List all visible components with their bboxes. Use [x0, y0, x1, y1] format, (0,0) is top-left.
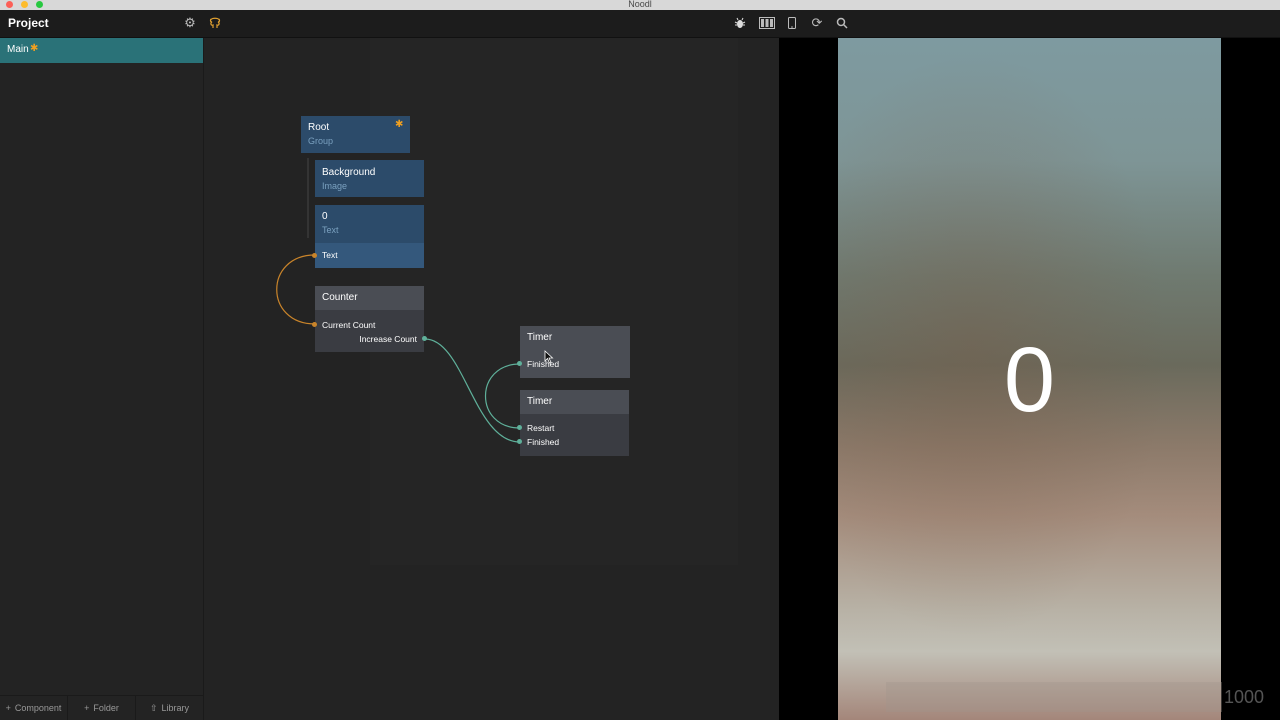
node-title: Root — [308, 122, 330, 133]
device-icon[interactable] — [784, 15, 800, 31]
add-folder-button[interactable]: + Folder — [68, 696, 136, 720]
input-port-dot[interactable] — [312, 253, 317, 258]
plus-icon: + — [5, 703, 11, 713]
node-timer-2[interactable]: Timer Restart Finished — [517, 390, 629, 456]
input-port-dot[interactable] — [422, 336, 427, 341]
sidebar-item-label: Main — [7, 44, 29, 55]
add-component-button[interactable]: + Component — [0, 696, 68, 720]
search-icon[interactable] — [834, 15, 850, 31]
gear-icon[interactable]: ⚙ — [182, 15, 198, 31]
connections-layer — [276, 158, 521, 443]
fps-counter: 1000 — [1224, 687, 1265, 707]
node-type: Text — [322, 225, 339, 235]
port-restart[interactable]: Restart — [527, 423, 554, 433]
node-title: Counter — [322, 292, 358, 303]
node-type: Group — [308, 136, 334, 146]
output-port-dot[interactable] — [312, 322, 317, 327]
brain-icon[interactable] — [207, 15, 223, 31]
node-text[interactable]: 0 Text Text — [312, 205, 424, 268]
library-label: Library — [161, 703, 190, 713]
bug-icon[interactable] — [732, 15, 748, 31]
plus-icon: + — [84, 703, 90, 713]
port-finished[interactable]: Finished — [527, 437, 559, 447]
root-star-icon: ✱ — [395, 119, 404, 130]
upload-icon: ⇧ — [149, 702, 158, 713]
sidebar-item-main[interactable]: Main ✱ — [0, 38, 203, 63]
root-star-icon: ✱ — [30, 43, 39, 54]
preview-bottom-bar — [886, 682, 1222, 712]
node-background[interactable]: Background Image — [315, 160, 424, 197]
port-current-count[interactable]: Current Count — [322, 320, 375, 330]
node-title: 0 — [322, 211, 328, 222]
output-port-dot[interactable] — [517, 439, 522, 444]
output-port-dot[interactable] — [517, 361, 522, 366]
app-preview-viewport[interactable]: 0 — [838, 38, 1222, 720]
node-type: Image — [322, 181, 348, 191]
port-increase-count[interactable]: Increase Count — [359, 334, 417, 344]
refresh-icon[interactable]: ⟳ — [809, 15, 825, 31]
window-title: Noodl — [628, 0, 652, 9]
add-component-label: Component — [14, 703, 62, 713]
node-timer-1[interactable]: Timer Finished — [517, 326, 630, 378]
project-title: Project — [8, 16, 49, 30]
node-counter[interactable]: Counter Current Count Increase Count — [312, 286, 427, 352]
node-title: Timer — [527, 396, 553, 407]
node-root[interactable]: Root Group ✱ — [301, 116, 410, 153]
input-port-dot[interactable] — [517, 425, 522, 430]
node-title: Timer — [527, 332, 553, 343]
sidebar-footer: + Component + Folder ⇧ Library — [0, 695, 203, 720]
components-sidebar: Main ✱ + Component + Folder ⇧ Library — [0, 38, 204, 720]
library-button[interactable]: ⇧ Library — [136, 696, 203, 720]
top-toolbar: Project ⚙ ⟳ — [0, 10, 1280, 38]
counter-text: 0 — [1003, 329, 1056, 431]
node-title: Background — [322, 167, 376, 178]
layout-icon[interactable] — [758, 15, 776, 31]
connection-restart — [485, 363, 521, 429]
connection-increase — [424, 338, 521, 443]
add-folder-label: Folder — [93, 703, 119, 713]
port-text[interactable]: Text — [322, 250, 338, 260]
mouse-cursor-icon — [544, 350, 554, 364]
node-graph-canvas[interactable]: Root Group ✱ Background Image 0 Text Tex… — [204, 38, 779, 720]
connection-orange — [276, 254, 316, 325]
